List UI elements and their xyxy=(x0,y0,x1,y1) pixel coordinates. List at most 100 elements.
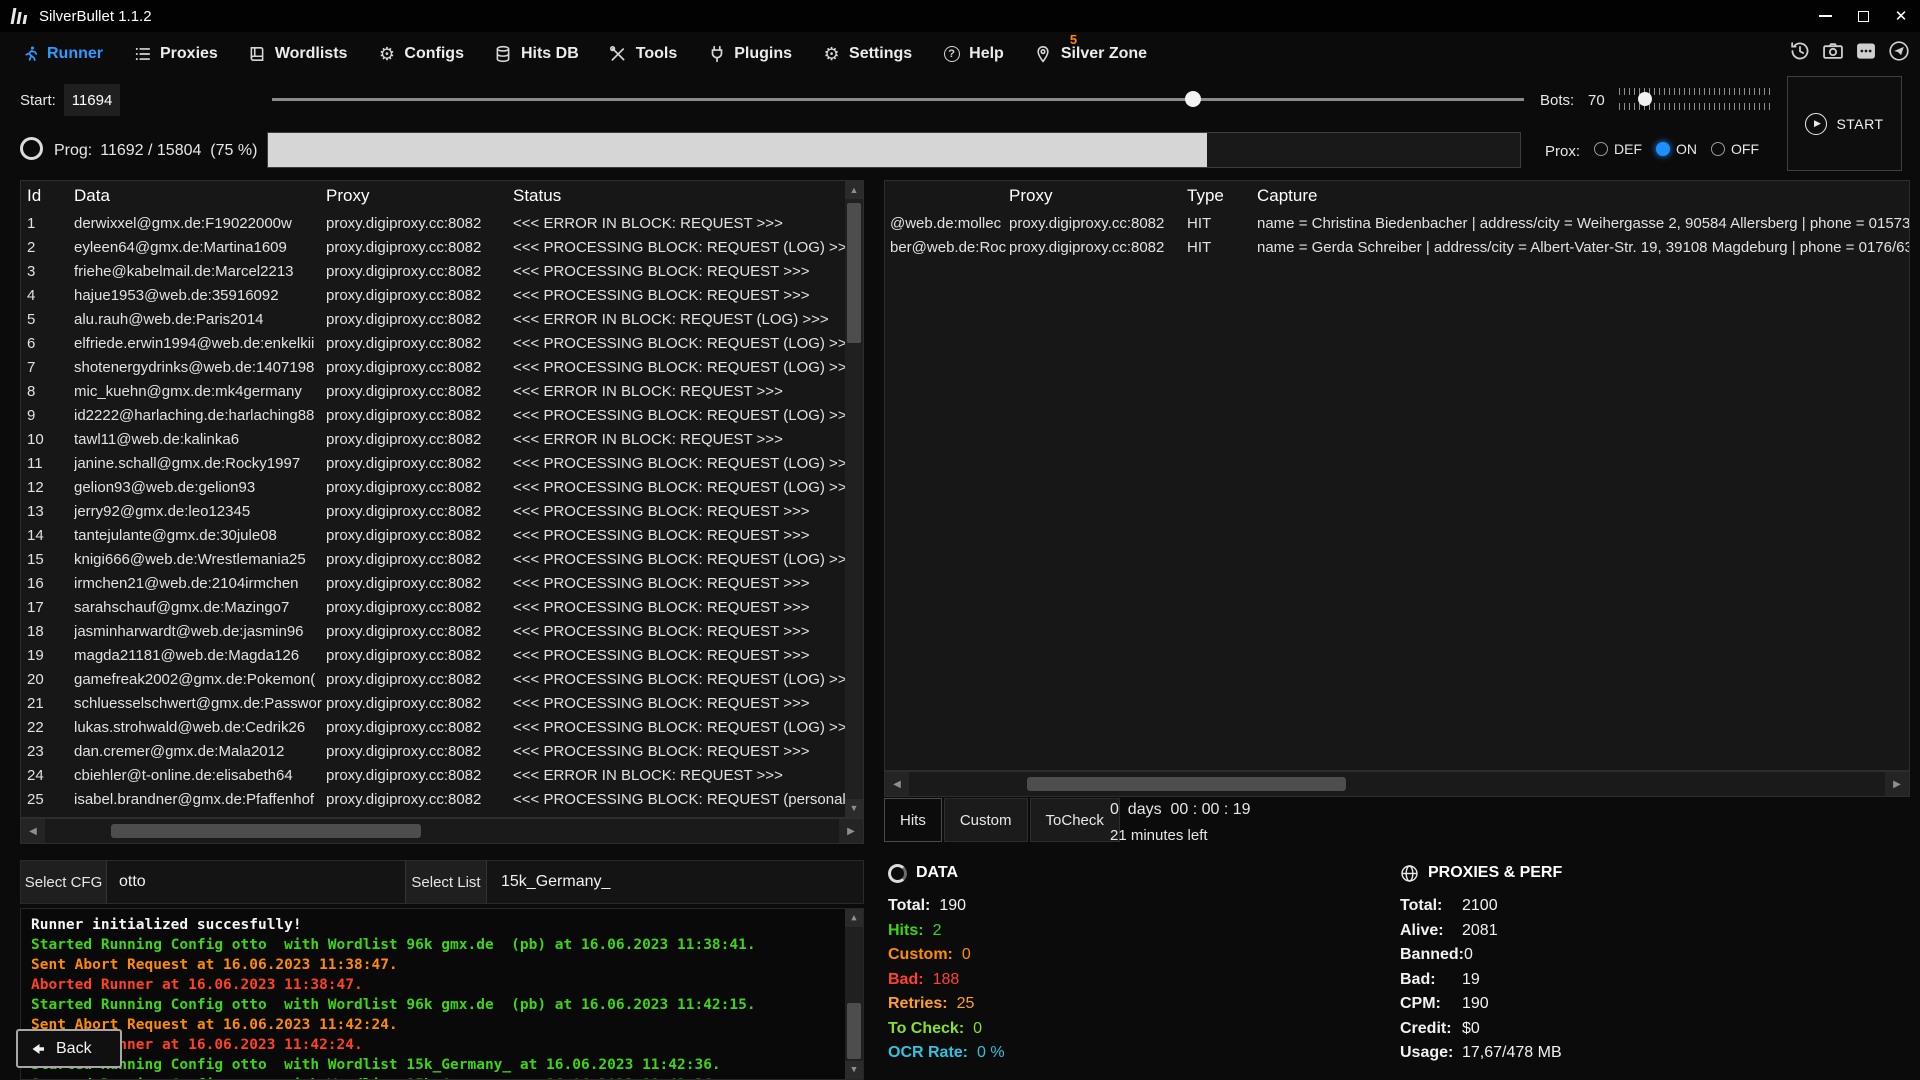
table-row[interactable]: 26 werner.susemihl@t-online.de:bomb prox… xyxy=(21,811,863,818)
scrollbar-thumb[interactable] xyxy=(847,203,861,343)
scroll-left-arrow[interactable]: ◀ xyxy=(885,772,909,796)
table-row[interactable]: 25 isabel.brandner@gmx.de:Pfaffenhof pro… xyxy=(21,787,863,811)
minimize-button[interactable] xyxy=(1806,0,1844,32)
menu-label: Settings xyxy=(849,45,912,63)
proxy-mode-on[interactable]: ON xyxy=(1656,141,1697,157)
log-vertical-scrollbar[interactable]: ▲ ▼ xyxy=(845,909,863,1079)
table-row[interactable]: 23 dan.cremer@gmx.de:Mala2012 proxy.digi… xyxy=(21,739,863,763)
menu-item-silver-zone[interactable]: Silver Zone 5 xyxy=(1034,45,1147,64)
table-row[interactable]: 17 sarahschauf@gmx.de:Mazingo7 proxy.dig… xyxy=(21,595,863,619)
table-row[interactable]: 13 jerry92@gmx.de:leo12345 proxy.digipro… xyxy=(21,499,863,523)
table-row[interactable]: 14 tantejulante@gmx.de:30jule08 proxy.di… xyxy=(21,523,863,547)
progress-slider[interactable] xyxy=(272,91,1524,108)
proxy-mode-def[interactable]: DEF xyxy=(1594,141,1642,157)
menu-item-help[interactable]: ? Help xyxy=(942,45,1004,64)
history-icon[interactable] xyxy=(1789,40,1811,62)
stat-value: 190 xyxy=(1462,995,1489,1013)
table-row[interactable]: 2 eyleen64@gmx.de:Martina1609 proxy.digi… xyxy=(21,235,863,259)
stat-value: 17,67/478 MB xyxy=(1462,1044,1562,1062)
progress-bar xyxy=(267,132,1521,168)
table-row[interactable]: 3 friehe@kabelmail.de:Marcel2213 proxy.d… xyxy=(21,259,863,283)
table-row[interactable]: 19 magda21181@web.de:Magda126 proxy.digi… xyxy=(21,643,863,667)
camera-icon[interactable] xyxy=(1822,40,1844,62)
stat-value: 25 xyxy=(957,995,975,1013)
hit-row[interactable]: ber@web.de:Roc proxy.digiproxy.cc:8082 H… xyxy=(885,235,1909,259)
list-icon xyxy=(133,45,152,64)
table-row[interactable]: 21 schluesselschwert@gmx.de:Passwor prox… xyxy=(21,691,863,715)
console-icon[interactable] xyxy=(1855,40,1877,62)
cell-proxy: proxy.digiproxy.cc:8082 xyxy=(326,239,513,256)
results-vertical-scrollbar[interactable]: ▲ ▼ xyxy=(845,181,863,817)
table-row[interactable]: 16 irmchen21@web.de:2104irmchen proxy.di… xyxy=(21,571,863,595)
start-position-input[interactable] xyxy=(64,84,120,116)
cell-data: schluesselschwert@gmx.de:Passwor xyxy=(74,695,326,712)
tab-tocheck[interactable]: ToCheck xyxy=(1030,798,1120,842)
menu-item-plugins[interactable]: Plugins xyxy=(707,45,792,64)
bots-slider[interactable] xyxy=(1619,88,1770,110)
select-config-button[interactable]: Select CFG xyxy=(21,861,107,903)
table-row[interactable]: 8 mic_kuehn@gmx.de:mk4germany proxy.digi… xyxy=(21,379,863,403)
config-bar: Select CFG otto Select List 15k_Germany_ xyxy=(20,860,864,904)
slider-thumb[interactable] xyxy=(1185,91,1201,107)
table-row[interactable]: 22 lukas.strohwald@web.de:Cedrik26 proxy… xyxy=(21,715,863,739)
results-horizontal-scrollbar[interactable]: ◀ ▶ xyxy=(20,818,864,844)
scroll-right-arrow[interactable]: ▶ xyxy=(1885,772,1909,796)
stat-label: Bad: xyxy=(1400,971,1462,989)
menu-item-settings[interactable]: ⚙ Settings xyxy=(822,45,912,64)
log-line: Aborted Runner at 16.06.2023 11:42:24. xyxy=(31,1035,853,1055)
scroll-down-arrow[interactable]: ▼ xyxy=(845,799,863,817)
cell-data: elfriede.erwin1994@web.de:enkelkii xyxy=(74,335,326,352)
scroll-down-arrow[interactable]: ▼ xyxy=(845,1061,863,1079)
progress-fill xyxy=(268,133,1207,167)
menu-label: Tools xyxy=(636,45,677,63)
cell-proxy: proxy.digiproxy.cc:8082 xyxy=(326,695,513,712)
table-row[interactable]: 15 knigi666@web.de:Wrestlemania25 proxy.… xyxy=(21,547,863,571)
menu-item-tools[interactable]: Tools xyxy=(609,45,677,64)
table-row[interactable]: 12 gelion93@web.de:gelion93 proxy.digipr… xyxy=(21,475,863,499)
scroll-left-arrow[interactable]: ◀ xyxy=(21,819,45,843)
menu-item-wordlists[interactable]: Wordlists xyxy=(248,45,348,64)
gear-icon: ⚙ xyxy=(822,45,841,64)
scroll-right-arrow[interactable]: ▶ xyxy=(839,819,863,843)
table-row[interactable]: 5 alu.rauh@web.de:Paris2014 proxy.digipr… xyxy=(21,307,863,331)
table-row[interactable]: 24 cbiehler@t-online.de:elisabeth64 prox… xyxy=(21,763,863,787)
table-row[interactable]: 7 shotenergydrinks@web.de:1407198 proxy.… xyxy=(21,355,863,379)
table-row[interactable]: 6 elfriede.erwin1994@web.de:enkelkii pro… xyxy=(21,331,863,355)
table-row[interactable]: 4 hajue1953@web.de:35916092 proxy.digipr… xyxy=(21,283,863,307)
table-row[interactable]: 11 janine.schall@gmx.de:Rocky1997 proxy.… xyxy=(21,451,863,475)
bots-slider-thumb[interactable] xyxy=(1638,92,1652,106)
scrollbar-thumb[interactable] xyxy=(111,824,421,838)
scrollbar-thumb[interactable] xyxy=(847,1003,861,1059)
hits-horizontal-scrollbar[interactable]: ◀ ▶ xyxy=(884,771,1910,797)
menu-item-runner[interactable]: Runner xyxy=(20,45,103,64)
back-button[interactable]: Back xyxy=(16,1029,122,1068)
table-row[interactable]: 18 jasminharwardt@web.de:jasmin96 proxy.… xyxy=(21,619,863,643)
select-wordlist-button[interactable]: Select List xyxy=(405,861,487,903)
cell-status: <<< ERROR IN BLOCK: REQUEST >>> xyxy=(513,215,863,232)
start-button[interactable]: ▶ START xyxy=(1787,76,1902,171)
scrollbar-thumb[interactable] xyxy=(1027,777,1346,791)
hit-row[interactable]: @web.de:mollec proxy.digiproxy.cc:8082 H… xyxy=(885,211,1909,235)
table-row[interactable]: 1 derwixxel@gmx.de:F19022000w proxy.digi… xyxy=(21,211,863,235)
menu-label: Configs xyxy=(404,45,464,63)
menu-item-configs[interactable]: ⚙ Configs xyxy=(377,45,464,64)
stat-label: Alive: xyxy=(1400,922,1462,940)
log-line: Sent Abort Request at 16.06.2023 11:38:4… xyxy=(31,955,853,975)
stat-row: Usage: 17,67/478 MB xyxy=(1400,1041,1820,1066)
proxy-mode-off[interactable]: OFF xyxy=(1711,141,1759,157)
menu-item-hits-db[interactable]: Hits DB xyxy=(494,45,579,64)
table-row[interactable]: 10 tawl11@web.de:kalinka6 proxy.digiprox… xyxy=(21,427,863,451)
scroll-up-arrow[interactable]: ▲ xyxy=(845,181,863,199)
cell-status: <<< PROCESSING BLOCK: REQUEST (personald… xyxy=(513,791,863,808)
stat-label: Hits: xyxy=(888,922,924,940)
maximize-button[interactable] xyxy=(1844,0,1882,32)
table-row[interactable]: 9 id2222@harlaching.de:harlaching88 prox… xyxy=(21,403,863,427)
close-button[interactable]: ✕ xyxy=(1882,0,1920,32)
scroll-up-arrow[interactable]: ▲ xyxy=(845,909,863,927)
menu-item-proxies[interactable]: Proxies xyxy=(133,45,218,64)
table-row[interactable]: 20 gamefreak2002@gmx.de:Pokemon( proxy.d… xyxy=(21,667,863,691)
tab-hits[interactable]: Hits xyxy=(884,798,942,842)
telegram-icon[interactable] xyxy=(1888,40,1910,62)
tab-custom[interactable]: Custom xyxy=(944,798,1028,842)
close-icon: ✕ xyxy=(1895,9,1908,24)
